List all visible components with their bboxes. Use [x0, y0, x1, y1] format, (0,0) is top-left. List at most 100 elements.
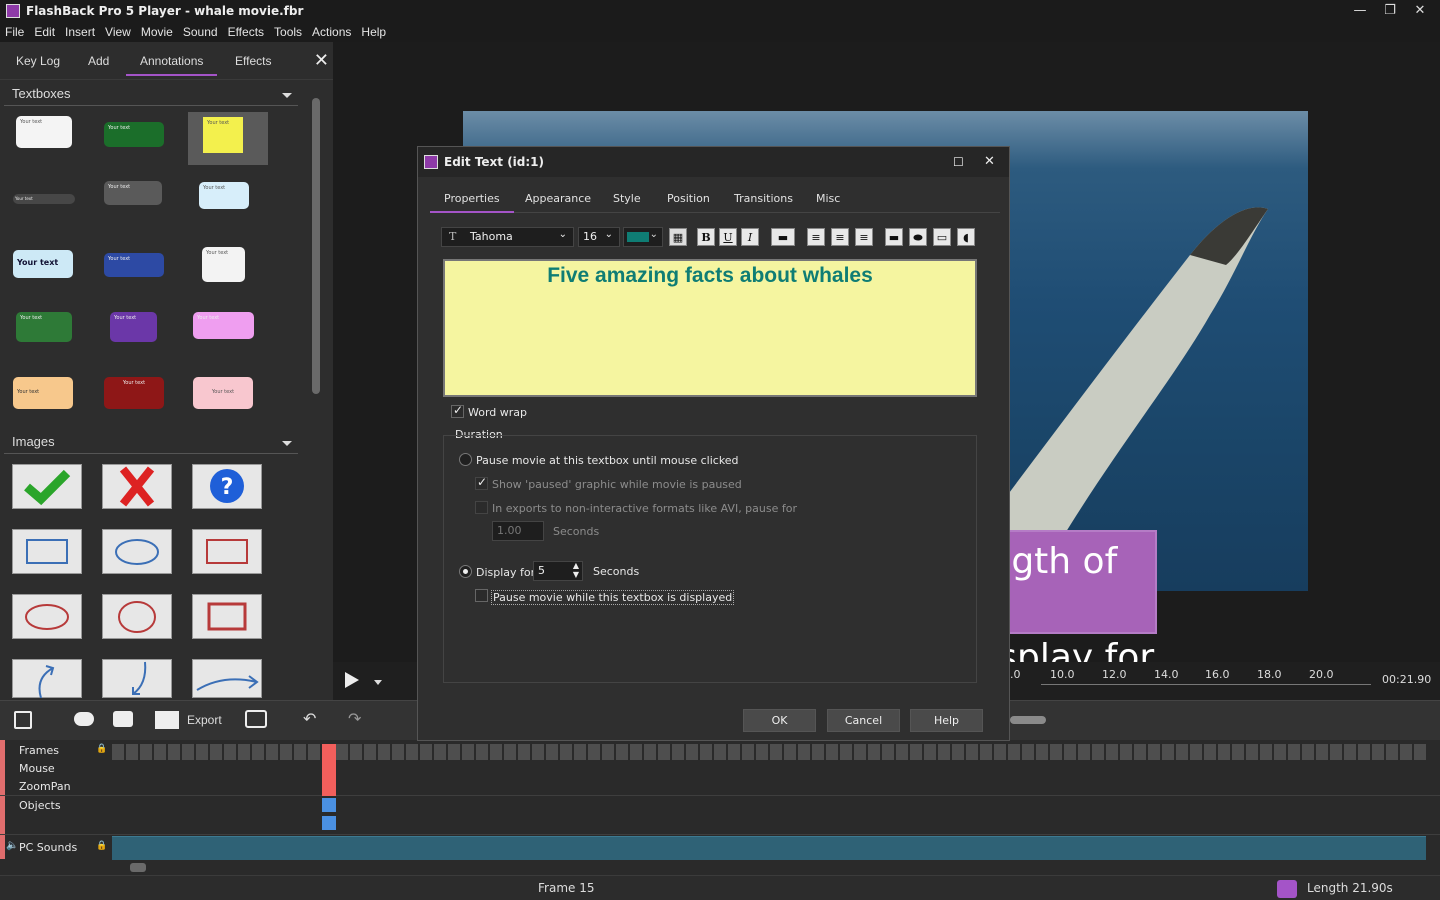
align-center-icon[interactable]: ≡ — [831, 228, 849, 246]
textboxes-header[interactable]: Textboxes — [4, 86, 298, 106]
upload-cloud-icon[interactable] — [74, 712, 94, 726]
object-pause-marker[interactable] — [322, 798, 336, 812]
menu-actions[interactable]: Actions — [307, 25, 356, 39]
image-red-circle[interactable] — [102, 594, 172, 639]
pause-until-click-radio[interactable] — [459, 453, 472, 466]
exports-pause-checkbox[interactable] — [475, 501, 488, 514]
align-right-icon[interactable]: ≡ — [855, 228, 873, 246]
image-cross[interactable] — [102, 464, 172, 509]
show-paused-checkbox[interactable] — [475, 475, 488, 490]
image-blue-rectangle[interactable] — [12, 529, 82, 574]
zoom-slider[interactable] — [1010, 716, 1046, 724]
tab-effects[interactable]: Effects — [235, 54, 271, 68]
text-color-select[interactable]: ⌄ — [623, 227, 663, 247]
pause-seconds-spinner[interactable]: 1.00 — [492, 521, 544, 541]
textbox-template[interactable]: Your text — [16, 116, 72, 148]
image-check-mark[interactable] — [12, 464, 82, 509]
camera-icon[interactable] — [245, 710, 267, 728]
round-bubble-icon[interactable]: ◖ — [957, 228, 975, 246]
display-for-radio[interactable] — [459, 565, 472, 578]
rounded-shape-icon[interactable]: ⬬ — [909, 228, 927, 246]
undo-icon[interactable]: ↶ — [303, 709, 316, 729]
images-header[interactable]: Images — [4, 434, 298, 454]
ok-button[interactable]: OK — [743, 709, 816, 732]
textbox-template[interactable]: Your text — [199, 182, 249, 209]
tab-properties[interactable]: Properties — [430, 192, 514, 213]
menu-sound[interactable]: Sound — [178, 25, 223, 39]
lock-icon[interactable]: 🔒 — [96, 744, 107, 754]
tab-add[interactable]: Add — [88, 54, 109, 68]
collapse-images-icon[interactable] — [282, 441, 292, 446]
image-arrow-right[interactable] — [192, 659, 262, 698]
textbox-template[interactable]: Your text — [110, 312, 157, 342]
align-left-icon[interactable]: ≡ — [807, 228, 825, 246]
tab-key-log[interactable]: Key Log — [16, 54, 60, 68]
help-button[interactable]: Help — [910, 709, 983, 732]
italic-button[interactable]: I — [741, 228, 759, 246]
pause-while-displayed-checkbox[interactable] — [475, 589, 488, 602]
image-red-ellipse[interactable] — [12, 594, 82, 639]
underline-button[interactable]: U — [719, 228, 737, 246]
menu-view[interactable]: View — [100, 25, 136, 39]
timeline-hscroll[interactable] — [112, 860, 1440, 875]
image-blue-ellipse[interactable] — [102, 529, 172, 574]
word-wrap-checkbox[interactable] — [451, 403, 464, 418]
menu-movie[interactable]: Movie — [136, 25, 178, 39]
hscroll-thumb[interactable] — [130, 863, 146, 872]
color-palette-icon[interactable]: ▦ — [669, 228, 687, 246]
object-textbox-marker[interactable] — [322, 816, 336, 830]
cancel-button[interactable]: Cancel — [827, 709, 900, 732]
frame-cells[interactable] — [112, 744, 1426, 760]
close-button[interactable]: ✕ — [1405, 0, 1435, 22]
menu-tools[interactable]: Tools — [269, 25, 307, 39]
font-size-select[interactable]: 16 ⌄ — [578, 227, 620, 247]
tab-annotations[interactable]: Annotations — [126, 54, 218, 76]
tab-misc[interactable]: Misc — [816, 192, 840, 205]
textbox-template[interactable]: Your text — [193, 377, 253, 409]
tab-transitions[interactable]: Transitions — [734, 192, 793, 205]
image-question[interactable]: ? — [192, 464, 262, 509]
menu-file[interactable]: File — [0, 25, 29, 39]
redo-icon[interactable]: ↷ — [348, 709, 361, 729]
play-options-chevron-icon[interactable] — [374, 680, 382, 685]
menu-effects[interactable]: Effects — [223, 25, 269, 39]
textbox-template[interactable]: Your text — [13, 250, 73, 278]
minimize-button[interactable]: — — [1345, 0, 1375, 22]
speech-bubble-icon[interactable]: ▭ — [933, 228, 951, 246]
text-edit-area[interactable]: Five amazing facts about whales — [443, 259, 977, 397]
current-frame-marker[interactable] — [322, 744, 336, 796]
textbox-template[interactable]: Your text — [104, 253, 164, 277]
panel-scrollbar[interactable] — [310, 84, 324, 698]
export-film-icon[interactable] — [155, 711, 179, 729]
bold-button[interactable]: B — [697, 228, 715, 246]
tab-style[interactable]: Style — [613, 192, 641, 205]
collapse-textboxes-icon[interactable] — [282, 93, 292, 98]
image-arrow-down[interactable] — [102, 659, 172, 698]
youtube-icon[interactable] — [113, 711, 133, 727]
textbox-template[interactable]: Your text — [16, 312, 72, 342]
textbox-template[interactable]: Your text — [13, 377, 73, 409]
textbox-template[interactable]: Your text — [104, 122, 164, 147]
rectangle-shape-icon[interactable]: ▬ — [885, 228, 903, 246]
image-red-rectangle[interactable] — [192, 529, 262, 574]
font-select[interactable]: T Tahoma ⌄ — [441, 227, 574, 247]
image-red-box[interactable] — [192, 594, 262, 639]
image-arrow-up[interactable] — [12, 659, 82, 699]
textbox-template-sticky-note[interactable]: Your text — [203, 117, 243, 153]
textbox-template[interactable]: Your text — [104, 377, 164, 409]
dialog-close-icon[interactable]: ✕ — [984, 147, 995, 177]
close-panel-icon[interactable]: ✕ — [314, 50, 329, 71]
textbox-template[interactable]: Your text — [104, 181, 162, 205]
highlight-icon[interactable]: ▬ — [771, 228, 795, 246]
restore-button[interactable]: ❐ — [1375, 0, 1405, 22]
speaker-icon[interactable]: 🔈 — [6, 840, 18, 851]
textbox-template[interactable]: Your text — [13, 194, 75, 204]
export-button[interactable]: Export — [187, 713, 222, 727]
sound-track-bar[interactable] — [112, 836, 1426, 860]
scrollbar-thumb[interactable] — [312, 98, 320, 394]
menu-insert[interactable]: Insert — [60, 25, 100, 39]
save-icon[interactable] — [14, 711, 32, 729]
tab-position[interactable]: Position — [667, 192, 710, 205]
maximize-icon[interactable]: ☐ — [953, 147, 964, 177]
spinner-arrows-icon[interactable]: ▲ ▼ — [573, 561, 579, 579]
